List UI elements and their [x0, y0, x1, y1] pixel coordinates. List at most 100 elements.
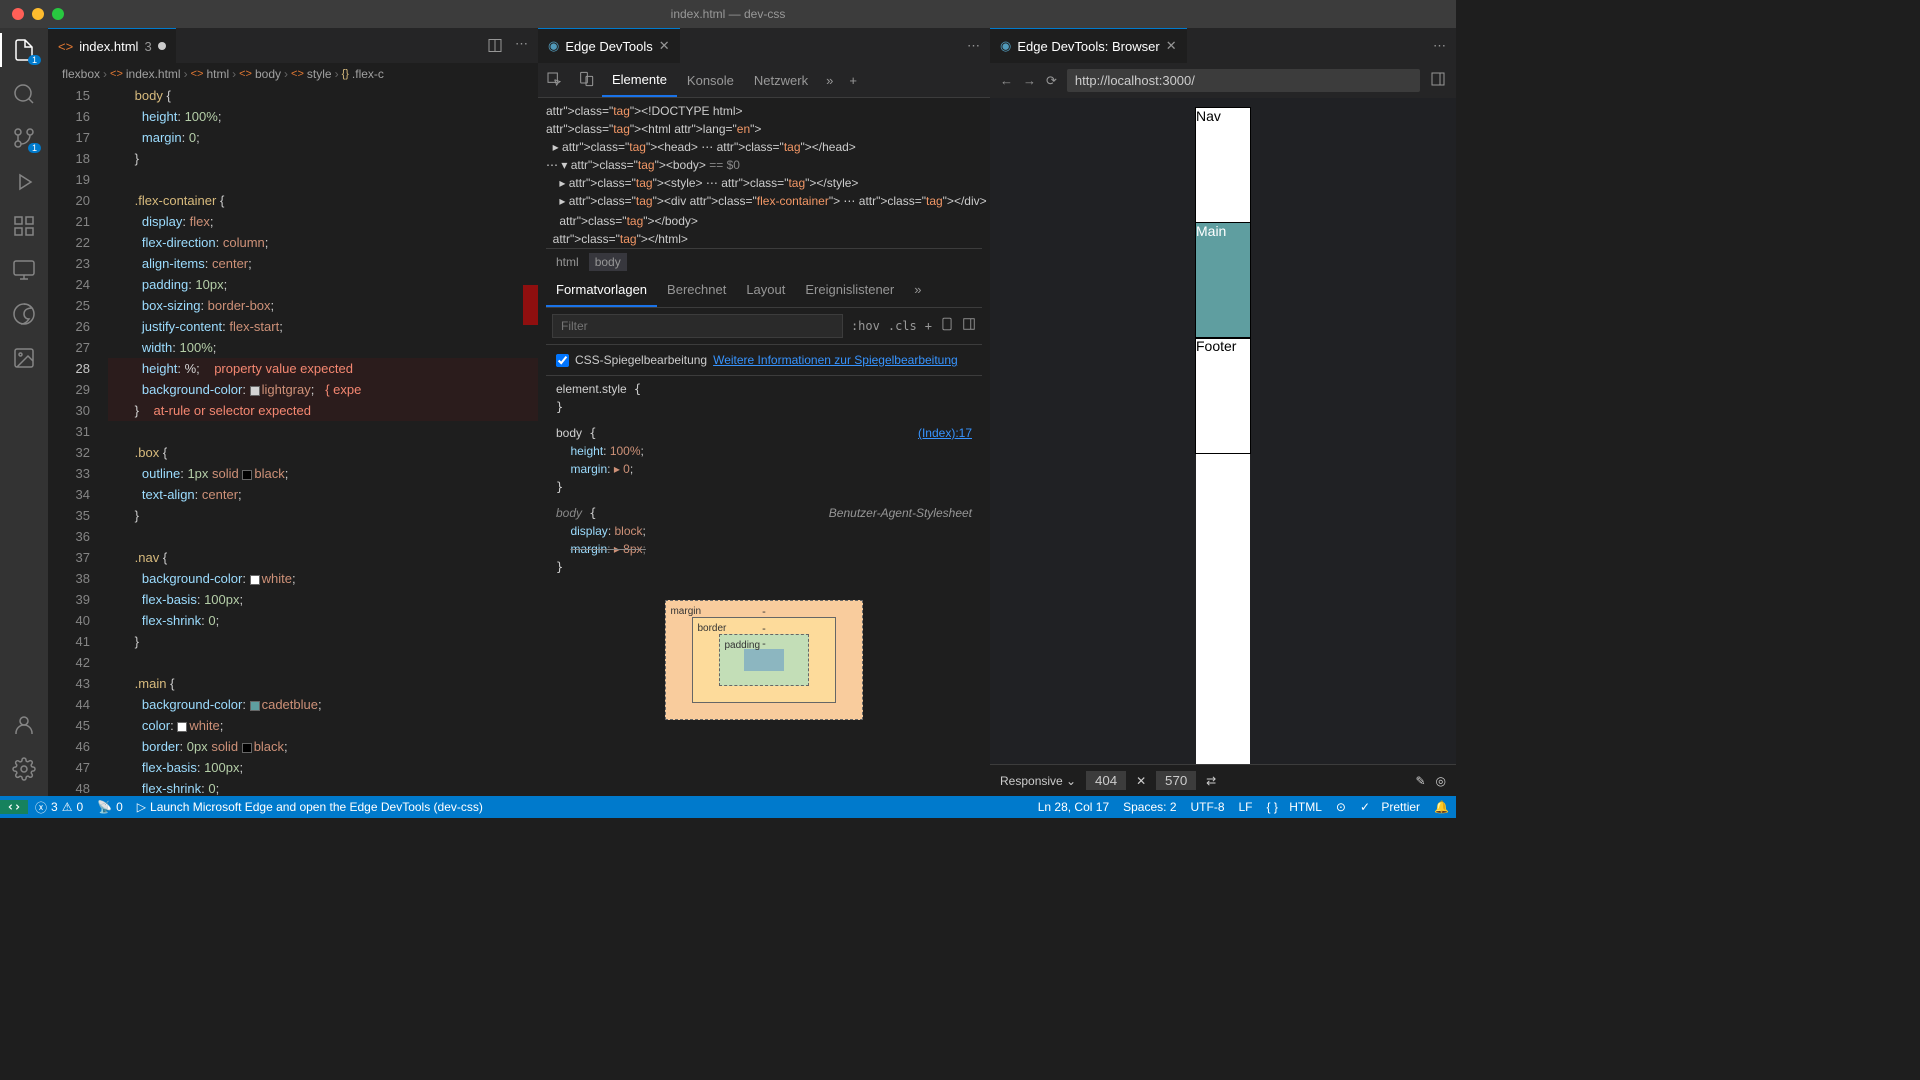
browser-tab[interactable]: ◉ Edge DevTools: Browser ✕	[990, 28, 1187, 63]
emulate-vision-icon[interactable]: ◎	[1436, 774, 1446, 788]
styles-tabs: FormatvorlagenBerechnetLayoutEreignislis…	[546, 275, 982, 308]
warning-icon: ⚠	[62, 800, 73, 814]
css-rules[interactable]: element.style {}(Index):17body { height:…	[546, 376, 982, 580]
cursor-position[interactable]: Ln 28, Col 17	[1031, 800, 1116, 814]
more-styles-tabs-icon[interactable]: »	[904, 275, 931, 307]
dom-breadcrumb[interactable]: html body	[546, 248, 982, 275]
back-icon[interactable]: ←	[1000, 73, 1013, 88]
indentation[interactable]: Spaces: 2	[1116, 800, 1183, 814]
breadcrumb-item[interactable]: index.html	[126, 67, 181, 81]
breadcrumb-item[interactable]: body	[255, 67, 281, 81]
computed-panel-icon[interactable]	[962, 317, 976, 336]
eol[interactable]: LF	[1232, 800, 1260, 814]
language-mode[interactable]: { } HTML	[1260, 800, 1329, 814]
run-debug-icon[interactable]	[12, 170, 36, 194]
breadcrumb-item[interactable]: html	[206, 67, 229, 81]
tab-filename: index.html	[79, 39, 138, 54]
device-toolbar-icon[interactable]	[570, 71, 602, 90]
editor-tab[interactable]: <> index.html 3	[48, 28, 176, 63]
devtools-tab-bar: ◉ Edge DevTools ✕ ⋯	[538, 28, 990, 63]
account-icon[interactable]	[12, 713, 36, 737]
device-toolbar: Responsive ⌄ ✕ ⇄ ✎ ◎	[990, 764, 1456, 796]
more-actions-icon[interactable]: ⋯	[967, 38, 980, 54]
css-mirror-row: CSS-Spiegelbearbeitung Weitere Informati…	[546, 345, 982, 376]
device-select[interactable]: Responsive ⌄	[1000, 774, 1076, 788]
remote-indicator[interactable]	[0, 800, 28, 814]
search-icon[interactable]	[12, 82, 36, 106]
split-editor-icon[interactable]	[487, 36, 503, 55]
url-input[interactable]	[1067, 69, 1420, 92]
new-style-icon[interactable]: +	[925, 317, 932, 335]
explorer-badge: 1	[28, 55, 41, 65]
breadcrumb-item[interactable]: flexbox	[62, 67, 100, 81]
editor-tabs: <> index.html 3 ⋯	[48, 28, 538, 63]
quokka-icon[interactable]: ⊙	[1329, 800, 1353, 814]
tab-label: Edge DevTools	[565, 39, 652, 54]
devtools-column: ◉ Edge DevTools ✕ ⋯ ElementeKonsoleNetzw…	[538, 28, 990, 796]
dom-tree[interactable]: attr">class="tag"><!DOCTYPE html>attr">c…	[546, 102, 982, 248]
box-model[interactable]: margin- border- padding-	[665, 600, 862, 720]
reload-icon[interactable]: ⟳	[1046, 73, 1057, 89]
browser-column: ◉ Edge DevTools: Browser ✕ ⋯ ← → ⟳ Nav M…	[990, 28, 1456, 796]
remote-explorer-icon[interactable]	[12, 258, 36, 282]
problems-indicator[interactable]: ⓧ3 ⚠0	[28, 799, 90, 816]
source-control-icon[interactable]: 1	[12, 126, 36, 150]
minimize-window-button[interactable]	[32, 8, 44, 20]
preview-footer: Footer	[1196, 338, 1250, 453]
close-icon[interactable]: ✕	[659, 38, 670, 54]
html-file-icon: <>	[58, 39, 73, 54]
more-actions-icon[interactable]: ⋯	[1433, 38, 1446, 54]
screenshot-icon[interactable]: ✎	[1415, 774, 1425, 788]
edge-tools-icon[interactable]	[12, 302, 36, 326]
tab-label: Edge DevTools: Browser	[1017, 39, 1159, 54]
devtools-panel-tab[interactable]: Elemente	[602, 63, 677, 97]
styles-filter-row: :hov .cls +	[546, 308, 982, 345]
devtools-toolbar: ElementeKonsoleNetzwerk » +	[538, 63, 990, 98]
open-external-icon[interactable]	[1430, 71, 1446, 90]
device-icon[interactable]	[940, 317, 954, 336]
encoding[interactable]: UTF-8	[1184, 800, 1232, 814]
ports-indicator[interactable]: 📡0	[90, 800, 130, 814]
devtools-content: attr">class="tag"><!DOCTYPE html>attr">c…	[538, 98, 990, 796]
more-tabs-icon[interactable]: »	[818, 73, 841, 88]
devtools-panel-tab[interactable]: Netzwerk	[744, 63, 818, 97]
image-icon[interactable]	[12, 346, 36, 370]
browser-preview[interactable]: Nav Main Footer	[990, 98, 1456, 764]
mirror-checkbox[interactable]	[556, 354, 569, 367]
rotate-icon[interactable]: ⇄	[1206, 774, 1216, 788]
add-tab-icon[interactable]: +	[841, 73, 865, 88]
prettier-status[interactable]: ✓ Prettier	[1353, 800, 1427, 814]
styles-subtab[interactable]: Ereignislistener	[795, 275, 904, 307]
mirror-link[interactable]: Weitere Informationen zur Spiegelbearbei…	[713, 351, 958, 369]
titlebar: index.html — dev-css	[0, 0, 1456, 28]
launch-task[interactable]: ▷Launch Microsoft Edge and open the Edge…	[130, 800, 490, 814]
filter-input[interactable]	[552, 314, 843, 338]
devtools-panel-tab[interactable]: Konsole	[677, 63, 744, 97]
maximize-window-button[interactable]	[52, 8, 64, 20]
scm-badge: 1	[28, 143, 41, 153]
extensions-icon[interactable]	[12, 214, 36, 238]
forward-icon[interactable]: →	[1023, 73, 1036, 88]
width-input[interactable]	[1086, 771, 1126, 790]
edge-icon: ◉	[1000, 38, 1011, 54]
code-editor[interactable]: 1516171819202122232425262728293031323334…	[48, 85, 538, 796]
styles-subtab[interactable]: Berechnet	[657, 275, 736, 307]
height-input[interactable]	[1156, 771, 1196, 790]
minimap[interactable]	[523, 285, 538, 325]
close-window-button[interactable]	[12, 8, 24, 20]
cls-toggle[interactable]: .cls	[888, 317, 917, 335]
styles-subtab[interactable]: Formatvorlagen	[546, 275, 657, 307]
preview-device: Nav Main Footer	[1196, 108, 1250, 764]
close-icon[interactable]: ✕	[1166, 38, 1177, 54]
devtools-tab[interactable]: ◉ Edge DevTools ✕	[538, 28, 680, 63]
more-actions-icon[interactable]: ⋯	[515, 36, 528, 55]
breadcrumb[interactable]: flexbox› <>index.html› <>html› <>body› <…	[48, 63, 538, 85]
explorer-icon[interactable]: 1	[12, 38, 36, 62]
hov-toggle[interactable]: :hov	[851, 317, 880, 335]
notifications-icon[interactable]: 🔔	[1427, 800, 1456, 814]
breadcrumb-item[interactable]: style	[307, 67, 332, 81]
settings-icon[interactable]	[12, 757, 36, 781]
styles-subtab[interactable]: Layout	[736, 275, 795, 307]
breadcrumb-item[interactable]: .flex-c	[352, 67, 384, 81]
inspect-element-icon[interactable]	[538, 71, 570, 90]
